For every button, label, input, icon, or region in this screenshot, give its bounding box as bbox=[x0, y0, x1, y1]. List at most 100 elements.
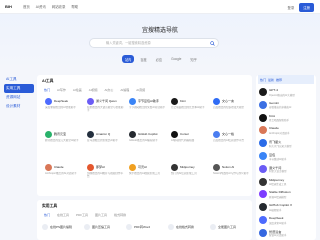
register-button[interactable]: 注册 bbox=[299, 3, 314, 12]
ranking-item[interactable]: 通义千问 阿里大语言模型 bbox=[259, 163, 314, 175]
ranking-item[interactable]: Gemini 谷歌推出的多模态AI bbox=[259, 99, 314, 111]
ranking-item[interactable]: GPT-4 OpenAI推出的AI大模型 bbox=[259, 86, 314, 98]
practical-tab-hot[interactable]: 热门 bbox=[42, 212, 52, 218]
ranking-item[interactable]: 智谱清言 智谱AI对话助手 bbox=[259, 227, 314, 239]
practical-tool-item[interactable]: 在线格式转换 bbox=[168, 222, 208, 232]
search-icon[interactable] bbox=[210, 41, 215, 46]
category-resource-sites[interactable]: 资源网站 bbox=[4, 93, 34, 102]
tool-description: AI驱动的代码编辑器 bbox=[171, 139, 195, 142]
tool-description: 月之暗面推出的长文本AI助手 bbox=[171, 106, 205, 109]
ranking-logo-icon bbox=[259, 228, 267, 237]
tool-name: 腾讯元宝 bbox=[54, 131, 67, 136]
ranking-logo-icon bbox=[259, 126, 267, 135]
ranking-item-name: DeepSeek bbox=[269, 216, 284, 220]
tool-logo-icon bbox=[171, 131, 178, 138]
ranking-item-description: Anthropic对话助手 bbox=[269, 131, 290, 135]
nav-item-ai-news[interactable]: AI资讯 bbox=[36, 4, 46, 9]
tool-card[interactable]: 通义千问 Qwen 阿里推出的大语言模型与智能助手 bbox=[84, 95, 124, 117]
tool-name: 可灵AI bbox=[138, 164, 147, 169]
ai-tab-hot[interactable]: 热门 bbox=[42, 87, 52, 93]
category-design-assets[interactable]: 设计素材 bbox=[4, 102, 34, 111]
ranking-item-description: 科大讯飞认知大模型 bbox=[269, 144, 292, 148]
search-input[interactable] bbox=[106, 39, 216, 47]
ranking-logo-icon bbox=[259, 139, 267, 148]
tool-logo-icon bbox=[171, 164, 178, 171]
tool-card[interactable]: 文心一言 百度推出的知识增强大模型 bbox=[210, 95, 250, 117]
nav-item-help[interactable]: 帮助 bbox=[71, 4, 78, 9]
ranking-item-description: AI绘画生成工具 bbox=[269, 183, 287, 187]
search-box bbox=[89, 38, 219, 48]
site-logo[interactable]: BIH bbox=[5, 4, 12, 9]
ranking-item[interactable]: 豆包 字节跳动AI助手 bbox=[259, 150, 314, 162]
ranking-item[interactable]: Claude Anthropic对话助手 bbox=[259, 124, 314, 136]
ranking-tab-recommend[interactable]: 推荐 bbox=[276, 78, 282, 82]
tool-card[interactable]: 文心一格 百度推出的AI绘画创作平台 bbox=[210, 128, 250, 150]
engine-tab-zhihu[interactable]: 知乎 bbox=[187, 55, 199, 63]
practical-tab-pdf[interactable]: PDF工具 bbox=[74, 212, 90, 218]
engine-tab-baidu[interactable]: 百度 bbox=[137, 55, 149, 63]
ai-tab-painting[interactable]: AI绘画 bbox=[71, 87, 84, 93]
engine-tab-bing[interactable]: 必应 bbox=[153, 55, 165, 63]
tool-card[interactable]: Notion AI Notion内置的AI写作与办公助手 bbox=[210, 161, 250, 183]
tool-card[interactable]: DeepSeek 深度求索推出的AI智能助手 bbox=[42, 95, 82, 117]
ranking-item-description: 阿里大语言模型 bbox=[269, 170, 287, 174]
category-practical-tools[interactable]: 实用工具 bbox=[4, 84, 34, 93]
tool-card[interactable]: Amazon Q 亚马逊推出的生成式AI助手 bbox=[84, 128, 124, 150]
tool-description: 亚马逊推出的生成式AI助手 bbox=[87, 139, 118, 142]
ranking-item[interactable]: GitHub Copilot X AI编程助手 bbox=[259, 201, 314, 213]
tool-card[interactable]: GitHub Copilot GitHub推出的AI编程助手 bbox=[126, 128, 166, 150]
tool-card[interactable]: 字节豆包AI助手 字节跳动推出的免费AI对话助手 bbox=[126, 95, 166, 117]
practical-tab-convert[interactable]: 格式转换 bbox=[112, 212, 128, 218]
practical-tool-item[interactable]: PDF转Word bbox=[126, 222, 166, 232]
ranking-item[interactable]: Midjourney AI绘画生成工具 bbox=[259, 176, 314, 188]
ranking-item-description: 深度求索AI助手 bbox=[269, 221, 287, 225]
tool-logo-icon bbox=[213, 164, 220, 171]
ai-tab-coding[interactable]: AI编程 bbox=[118, 87, 131, 93]
ranking-item[interactable]: 讯飞星火 科大讯飞认知大模型 bbox=[259, 137, 314, 149]
ranking-item-name: Stable Diffusion bbox=[269, 190, 291, 195]
ranking-logo-icon bbox=[259, 88, 267, 96]
ranking-tab-new[interactable]: 最新 bbox=[268, 78, 274, 82]
practical-tool-item[interactable]: 在线PS图片编辑 bbox=[42, 222, 82, 232]
practical-tool-name: 在线PS图片编辑 bbox=[50, 225, 73, 229]
practical-tool-item[interactable]: 全能图片工具 bbox=[210, 222, 250, 232]
ranking-logo-icon bbox=[259, 190, 267, 199]
ai-tab-audio[interactable]: AI音频 bbox=[134, 87, 147, 93]
practical-tab-online[interactable]: 在线工具 bbox=[55, 212, 71, 218]
tool-card[interactable]: 腾讯元宝 腾讯推出的混元大模型AI助手 bbox=[42, 128, 82, 150]
ai-tab-writing[interactable]: AI写作 bbox=[55, 87, 68, 93]
practical-tab-image[interactable]: 图片工具 bbox=[93, 212, 109, 218]
ranking-item[interactable]: Stable Diffusion 开源AI绘画模型 bbox=[259, 188, 314, 200]
ai-tab-video[interactable]: AI视频 bbox=[87, 87, 100, 93]
login-link[interactable]: 登录 bbox=[287, 5, 294, 10]
practical-tool-name: 全能图片工具 bbox=[218, 225, 237, 229]
tool-card[interactable]: Claude Anthropic推出的AI对话助手 bbox=[42, 161, 82, 183]
practical-tool-icon bbox=[84, 224, 90, 230]
ranking-item-name: GPT-4 bbox=[269, 88, 278, 92]
ranking-item-name: GitHub Copilot X bbox=[269, 203, 293, 208]
ai-tools-title: AI工具 bbox=[42, 79, 54, 83]
engine-tab-google[interactable]: Google bbox=[168, 55, 184, 63]
nav-item-submit-site[interactable]: 网站收录 bbox=[52, 4, 66, 9]
engine-tab-site[interactable]: 站内 bbox=[122, 55, 135, 63]
tool-name: GitHub Copilot bbox=[138, 131, 158, 136]
tool-card[interactable]: Cursor AI驱动的代码编辑器 bbox=[168, 128, 208, 150]
tool-card[interactable]: 可灵AI 快手推出的AI视频生成工具 bbox=[126, 161, 166, 183]
tool-card[interactable]: Midjourney 热门的AI绘画生成工具 bbox=[168, 161, 208, 183]
ai-tab-office[interactable]: AI办公 bbox=[103, 87, 116, 93]
nav-item-home[interactable]: 首页 bbox=[23, 4, 30, 9]
ranking-item[interactable]: DeepSeek 深度求索AI助手 bbox=[259, 214, 314, 226]
ranking-item[interactable]: Kimi 月之暗面智能助手 bbox=[259, 112, 314, 124]
practical-tool-item[interactable]: 图片压缩工具 bbox=[84, 222, 124, 232]
tool-logo-icon bbox=[171, 98, 178, 105]
ranking-item-description: 开源AI绘画模型 bbox=[269, 195, 287, 199]
practical-tools-title: 实用工具 bbox=[42, 204, 58, 208]
tool-logo-icon bbox=[129, 98, 136, 105]
category-ai-tools[interactable]: AI工具 bbox=[4, 75, 34, 84]
tool-card[interactable]: 即梦AI 剪映推出的AI图片与视频创作平台 bbox=[84, 161, 124, 183]
tool-card[interactable]: Kimi 月之暗面推出的长文本AI助手 bbox=[168, 95, 208, 117]
practical-tool-name: PDF转Word bbox=[134, 225, 151, 229]
ranking-tab-hot[interactable]: 热门 bbox=[260, 78, 266, 82]
tool-logo-icon bbox=[87, 164, 94, 171]
tool-name: Claude bbox=[54, 164, 64, 169]
